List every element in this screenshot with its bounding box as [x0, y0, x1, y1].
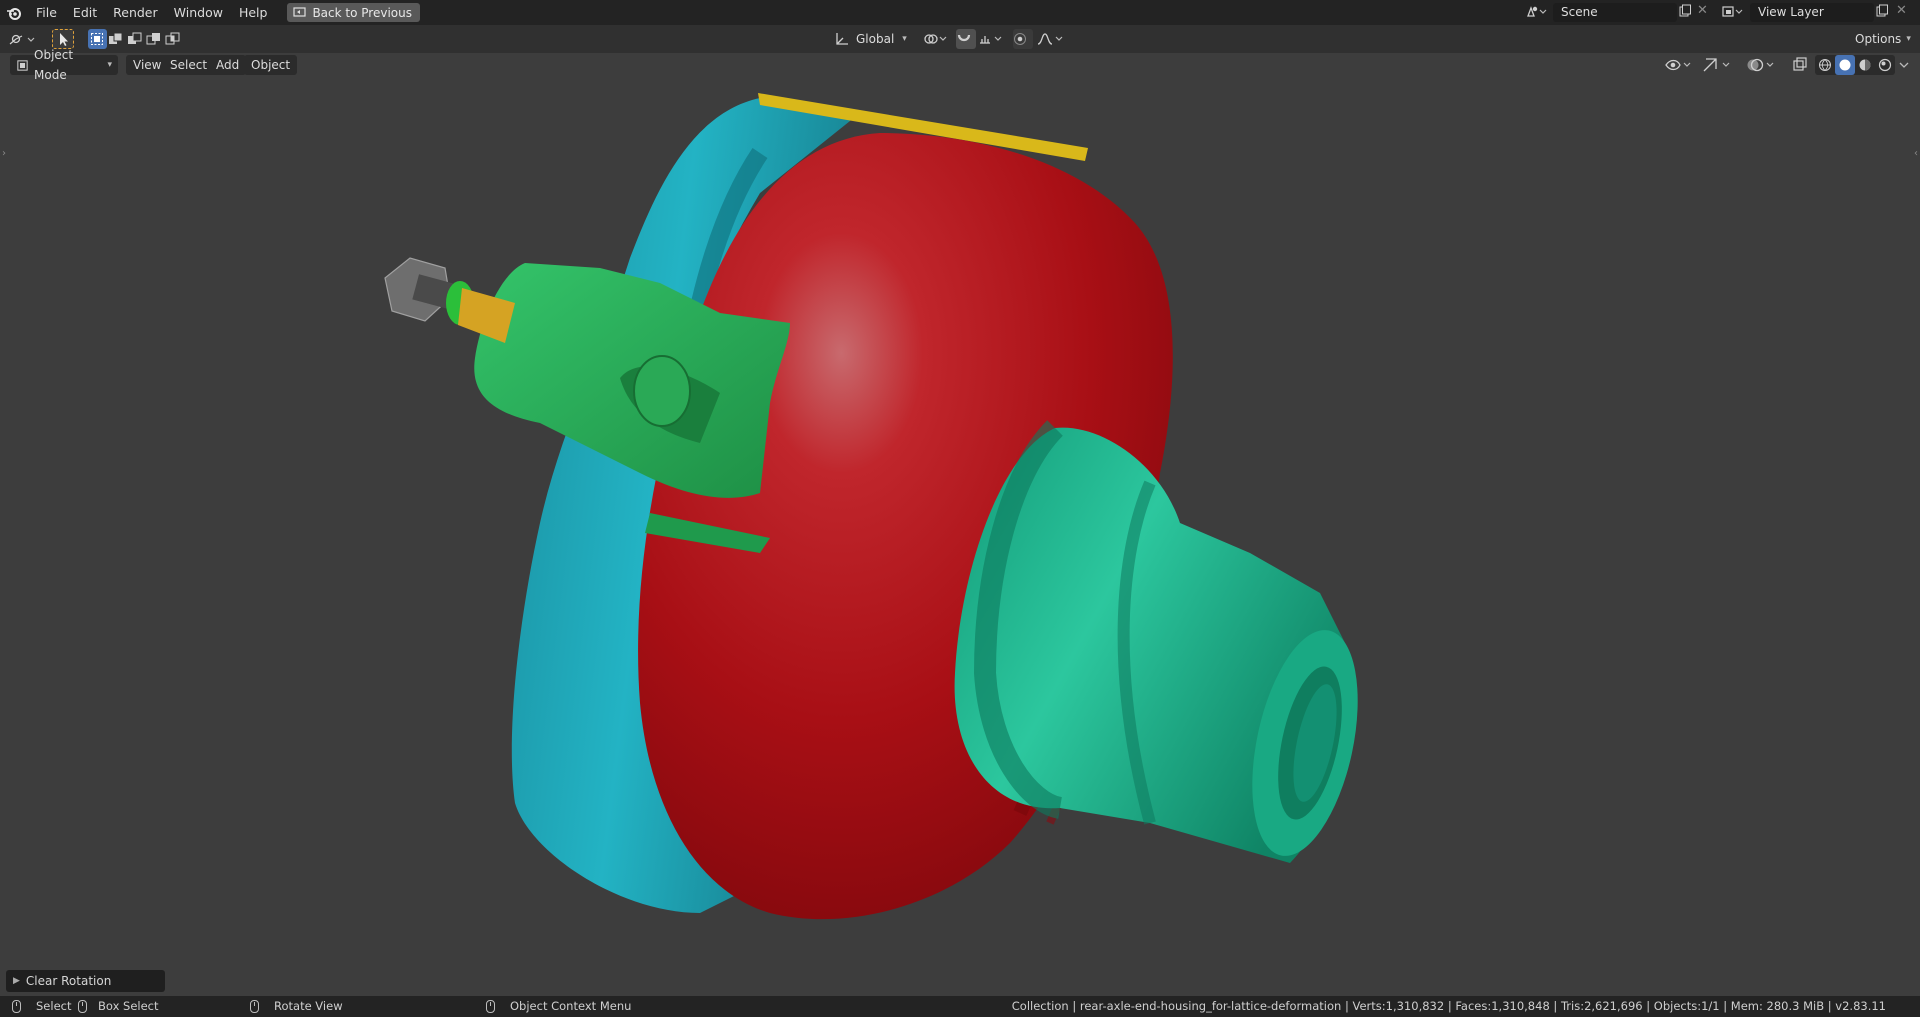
proportional-dot-icon: [1014, 33, 1026, 45]
magnet-icon: [957, 34, 971, 42]
view-layer-browse-icon[interactable]: [1722, 4, 1743, 20]
object-mode-icon: [17, 59, 28, 71]
toolbar-expand-icon[interactable]: ›: [2, 148, 6, 159]
delete-scene-icon[interactable]: ✕: [1697, 4, 1713, 20]
proportional-editing-toggle[interactable]: [1013, 29, 1033, 49]
last-operator-label: Clear Rotation: [25, 974, 112, 988]
status-context-menu-label: Object Context Menu: [510, 999, 632, 1013]
select-invert-mode-icon[interactable]: [144, 29, 163, 49]
new-view-layer-icon[interactable]: [1875, 4, 1891, 20]
mouse-right-icon: [486, 1000, 495, 1013]
overlays-dropdown[interactable]: [1744, 55, 1778, 75]
proportional-falloff-dropdown[interactable]: [1036, 29, 1066, 49]
viewport-menu-add[interactable]: Add: [209, 55, 247, 75]
selection-mode-group: [88, 29, 182, 49]
status-select-hint: Select: [12, 996, 71, 1017]
solid-shading-icon[interactable]: [1835, 55, 1855, 75]
snap-toggle[interactable]: [956, 29, 976, 49]
status-box-select-hint: Box Select: [78, 996, 159, 1017]
status-rotate-view-hint: Rotate View: [250, 996, 343, 1017]
select-extend-mode-icon[interactable]: [107, 29, 126, 49]
panel-expand-icon: ▶: [13, 976, 20, 986]
select-subtract-mode-icon[interactable]: [126, 29, 145, 49]
chevron-down-icon: [1899, 62, 1909, 68]
3d-viewport[interactable]: › ‹: [0, 53, 1920, 996]
menu-render[interactable]: Render: [105, 0, 166, 25]
gizmo-dropdown[interactable]: [1700, 55, 1734, 75]
scene-statistics: Collection | rear-axle-end-housing_for-l…: [1011, 999, 1886, 1013]
menu-help[interactable]: Help: [231, 0, 276, 25]
status-box-select-label: Box Select: [98, 999, 159, 1013]
mouse-drag-icon: [78, 1000, 87, 1013]
material-preview-shading-icon[interactable]: [1855, 55, 1875, 75]
object-mode-label: Object Mode: [34, 48, 74, 82]
orientation-label: Global: [856, 32, 895, 46]
rendered-shading-icon[interactable]: [1875, 55, 1895, 75]
eye-pointer-icon: [1665, 59, 1691, 71]
shading-options-dropdown[interactable]: [1896, 55, 1912, 75]
object-mode-dropdown[interactable]: Object Mode ▾: [10, 48, 118, 82]
xray-toggle[interactable]: [1790, 55, 1810, 75]
pivot-point-dropdown[interactable]: [922, 29, 952, 49]
status-bar: Select Box Select Rotate View Object Con…: [0, 996, 1920, 1017]
select-intersect-mode-icon[interactable]: [163, 29, 182, 49]
status-rotate-view-label: Rotate View: [274, 999, 343, 1013]
back-to-previous-label: Back to Previous: [312, 5, 412, 20]
scene-browse-icon[interactable]: [1525, 4, 1547, 20]
visibility-dropdown[interactable]: [1663, 55, 1693, 75]
options-label: Options: [1855, 32, 1902, 46]
view-layer-name-field[interactable]: View Layer: [1750, 3, 1874, 22]
menu-window[interactable]: Window: [166, 0, 231, 25]
gizmo-icon: [1703, 58, 1730, 72]
viewport-menu-object[interactable]: Object: [244, 55, 298, 75]
rear-axle-housing-model: [384, 93, 1358, 920]
orientation-axes-icon: [836, 33, 848, 45]
viewport-header: Object Mode ▾ View Select Add Object: [0, 48, 1920, 82]
new-scene-icon[interactable]: [1678, 4, 1694, 20]
scene-name-field[interactable]: Scene: [1553, 3, 1677, 22]
back-to-previous-button[interactable]: Back to Previous: [287, 3, 420, 22]
xray-icon: [1793, 57, 1807, 71]
tool-header: Global ▾ Options ▾: [0, 25, 1920, 53]
overlay-circles-icon: [1747, 58, 1774, 72]
transform-orientation-dropdown[interactable]: Global ▾: [834, 29, 914, 49]
mouse-middle-icon: [250, 1000, 259, 1013]
screen-back-icon: [293, 7, 307, 17]
snap-target-dropdown[interactable]: [978, 29, 1006, 49]
options-dropdown[interactable]: Options ▾: [1849, 29, 1913, 49]
menu-edit[interactable]: Edit: [65, 0, 105, 25]
last-operator-panel[interactable]: ▶ Clear Rotation: [6, 970, 165, 992]
pivot-icon: [924, 34, 947, 44]
menu-file[interactable]: File: [28, 0, 65, 25]
delete-view-layer-icon[interactable]: ✕: [1896, 4, 1912, 20]
viewport-menu-select[interactable]: Select: [163, 55, 215, 75]
top-bar: File Edit Render Window Help Back to Pre…: [0, 0, 1920, 25]
status-select-label: Select: [36, 999, 72, 1013]
falloff-curve-icon: [1037, 33, 1063, 45]
shading-mode-group: [1815, 55, 1895, 75]
wireframe-shading-icon[interactable]: [1815, 55, 1835, 75]
snap-increment-icon: [980, 36, 1002, 44]
blender-logo-icon[interactable]: [0, 0, 28, 25]
status-context-menu-hint: Object Context Menu: [486, 996, 631, 1017]
mouse-left-icon: [12, 1000, 21, 1013]
sidebar-expand-icon[interactable]: ‹: [1914, 148, 1918, 159]
